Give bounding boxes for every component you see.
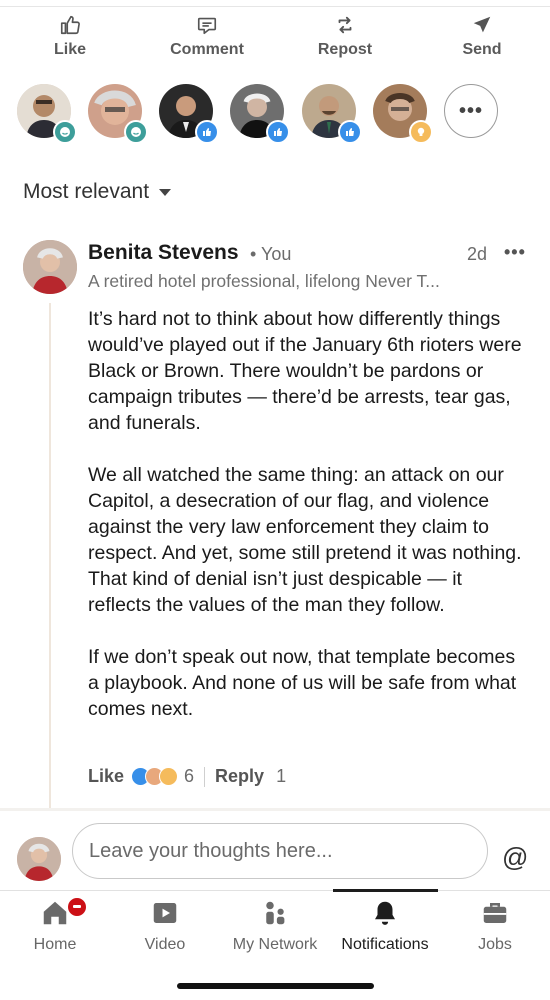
like-action-button[interactable]: Like [15, 14, 125, 59]
thumbs-up-icon [60, 15, 80, 35]
more-dots-icon: ••• [504, 242, 526, 262]
action-divider [204, 766, 206, 787]
author-relation: • You [250, 244, 292, 264]
mention-button[interactable]: @ [502, 842, 528, 873]
home-icon [43, 901, 67, 925]
insightful-reaction-icon [159, 767, 179, 786]
thumbs-up-reaction-icon [195, 120, 219, 144]
reaction-count: 6 [184, 766, 195, 786]
nav-my-network-label: My Network [232, 936, 318, 953]
home-indicator[interactable] [177, 983, 374, 989]
comment-timestamp: 2d [467, 244, 488, 264]
nav-divider [0, 890, 550, 891]
nav-my-network[interactable]: My Network [220, 898, 330, 954]
nav-jobs[interactable]: Jobs [440, 898, 550, 954]
thumbs-up-reaction-icon [338, 120, 362, 144]
reply-count[interactable]: 1 [276, 766, 286, 787]
comment-body: It’s hard not to think about how differe… [88, 306, 528, 748]
more-dots-icon: ••• [458, 99, 483, 122]
thumbs-up-reaction-icon [266, 120, 290, 144]
smile-reaction-icon [53, 120, 77, 144]
briefcase-icon [483, 903, 507, 923]
comment-reactions[interactable] [131, 767, 179, 786]
comment-paragraph: If we don’t speak out now, that template… [88, 646, 517, 720]
send-action-label: Send [462, 41, 502, 58]
sort-dropdown[interactable]: Most relevant [23, 180, 172, 204]
nav-video-label: Video [144, 936, 186, 953]
comment-actions: Like 6 Reply 1 [88, 766, 286, 787]
comment-author-avatar[interactable] [23, 240, 77, 294]
comment-input[interactable] [72, 823, 488, 879]
send-action-button[interactable]: Send [427, 14, 537, 59]
insightful-reaction-icon [409, 120, 433, 144]
nav-active-indicator [333, 889, 438, 892]
smile-reaction-icon [124, 120, 148, 144]
comment-like-button[interactable]: Like [88, 766, 124, 787]
comment-action-label: Comment [170, 41, 244, 58]
nav-home-label: Home [33, 936, 77, 953]
comment-reply-button[interactable]: Reply [215, 766, 264, 787]
sort-label: Most relevant [23, 180, 150, 203]
like-action-label: Like [53, 41, 86, 58]
comment-author-name[interactable]: Benita Stevens [88, 241, 239, 265]
nav-jobs-label: Jobs [478, 936, 512, 953]
comment-paragraph: We all watched the same thing: an attack… [88, 464, 522, 616]
nav-notifications-label: Notifications [341, 936, 429, 953]
repost-icon [338, 16, 352, 34]
more-reactors-button[interactable]: ••• [444, 84, 498, 138]
notification-badge [66, 896, 88, 918]
bell-icon [375, 901, 395, 925]
author-headline: A retired hotel professional, lifelong N… [88, 271, 440, 291]
top-divider [0, 6, 550, 7]
comment-paragraph: It’s hard not to think about how differe… [88, 308, 522, 434]
thread-line [49, 303, 51, 808]
composer-avatar [17, 837, 61, 881]
comment-icon [197, 17, 217, 35]
my-network-icon [266, 901, 285, 925]
caret-down-icon [159, 188, 172, 196]
repost-action-button[interactable]: Repost [290, 14, 400, 59]
nav-notifications[interactable]: Notifications [330, 898, 440, 954]
video-icon [153, 903, 177, 923]
nav-home[interactable]: Home [0, 898, 110, 954]
send-icon [473, 16, 491, 33]
comment-action-button[interactable]: Comment [152, 14, 262, 59]
section-divider [0, 808, 550, 811]
repost-action-label: Repost [317, 41, 373, 58]
nav-video[interactable]: Video [110, 898, 220, 954]
comment-overflow-menu[interactable]: ••• [504, 242, 526, 263]
